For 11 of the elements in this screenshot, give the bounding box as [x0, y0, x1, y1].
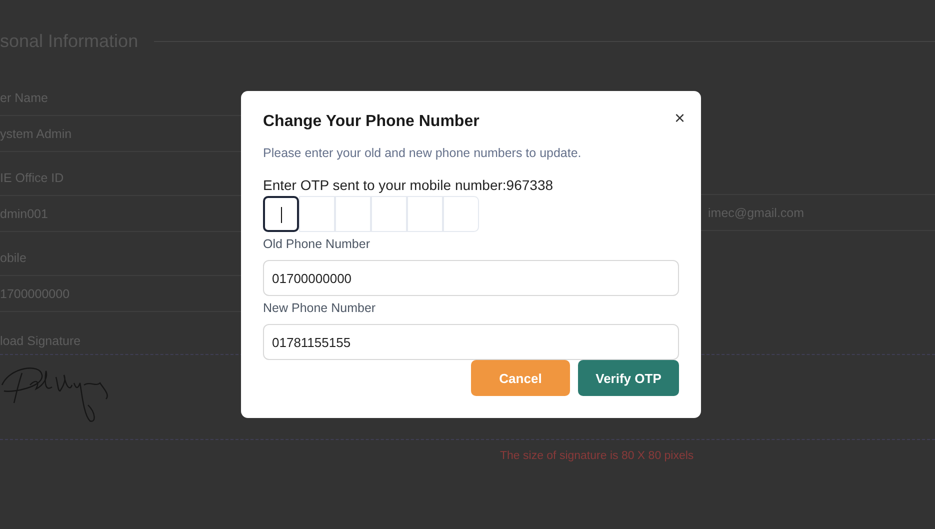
phone-input-field[interactable]: 01700000000 [263, 260, 679, 296]
phone-input-field[interactable]: 01781155155 [263, 324, 679, 360]
otp-label: Enter OTP sent to your mobile number:967338 [263, 177, 554, 193]
field-label: New Phone Number [263, 301, 377, 315]
dialog-subtitle: Please enter your old and new phone numbers to update. [263, 146, 582, 160]
signature-note: The size of signature is 80 X 80 pixels [499, 450, 695, 462]
verify-otp-button[interactable]: Verify OTP [578, 360, 679, 396]
close-button[interactable]: × [674, 109, 685, 127]
field-label: Old Phone Number [263, 237, 372, 251]
dialog-title: Change Your Phone Number [263, 113, 480, 131]
otp-digit-field[interactable] [263, 196, 299, 232]
